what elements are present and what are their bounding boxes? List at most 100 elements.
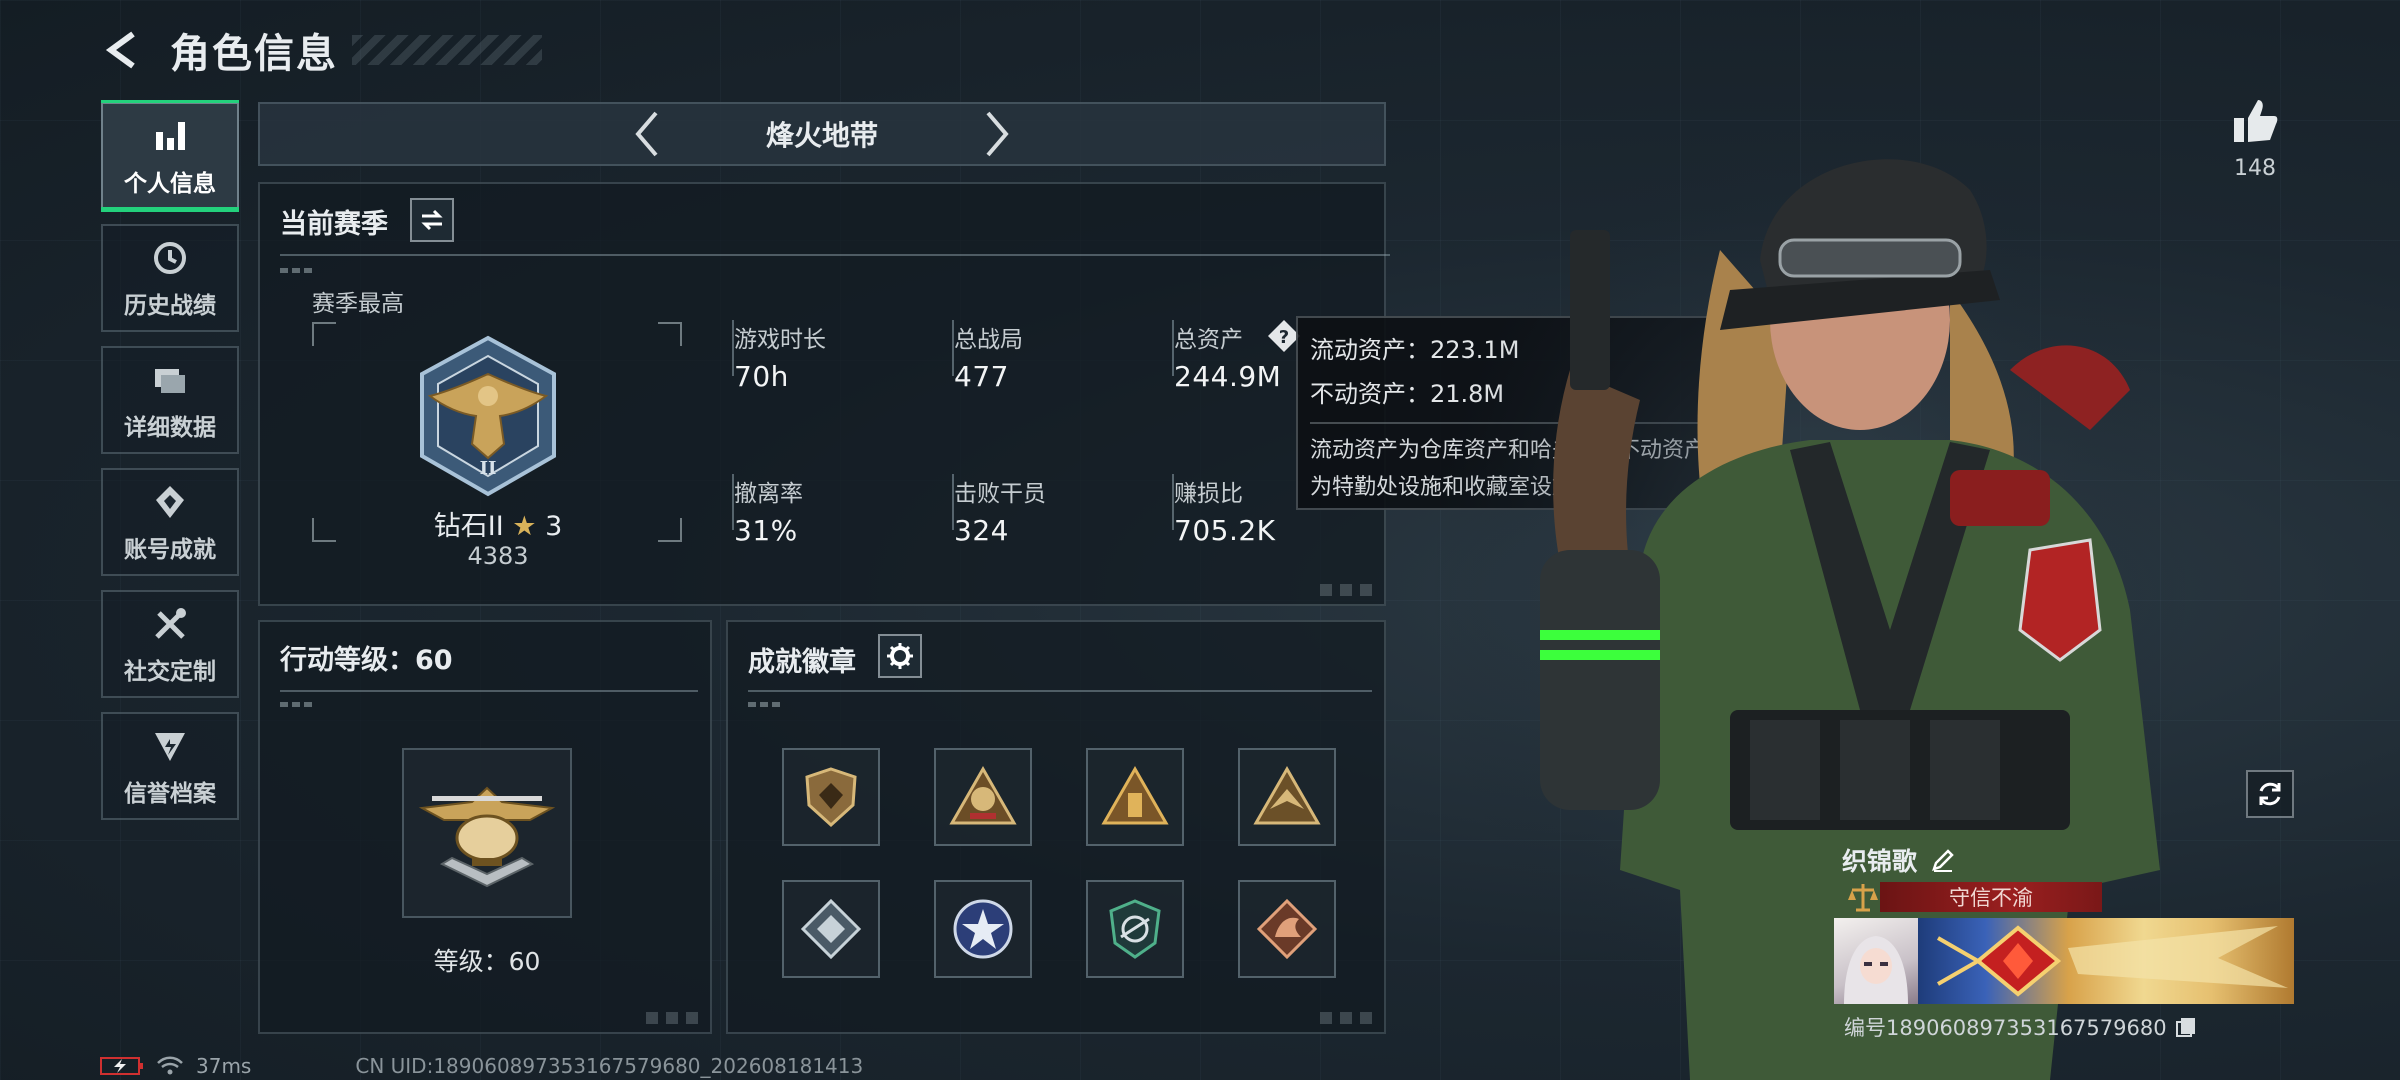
badges-title: 成就徽章 <box>748 647 856 678</box>
gear-icon <box>887 643 913 669</box>
achievement-icon <box>148 480 192 524</box>
swap-arrows-icon <box>421 209 443 231</box>
sidebar-item-social-custom[interactable]: 社交定制 <box>101 590 239 698</box>
stat-value-playtime: 70h <box>734 360 789 393</box>
history-clock-icon <box>148 236 192 280</box>
scales-icon <box>1848 884 1878 912</box>
ping-value: 37ms <box>196 1054 252 1078</box>
player-banner[interactable] <box>1834 918 2294 1004</box>
dragon-badge-icon <box>1256 898 1318 960</box>
badge-slot-6[interactable] <box>934 880 1032 978</box>
helicopter-emblem-icon <box>418 786 556 888</box>
chevron-right-icon <box>986 111 1009 157</box>
chevron-left-icon <box>635 111 658 157</box>
sidebar-item-label: 账号成就 <box>124 537 216 563</box>
refresh-icon <box>2259 782 2281 806</box>
like-button[interactable]: 148 <box>2222 96 2288 181</box>
player-name: 织锦歌 <box>1842 847 1918 876</box>
header-decoration <box>352 35 542 65</box>
title-tag-emblem <box>1846 880 1880 914</box>
edit-name-button[interactable] <box>1931 848 1955 872</box>
season-title: 当前赛季 <box>280 209 388 240</box>
rank-score: 4383 <box>467 542 529 570</box>
badge-slot-2[interactable] <box>934 748 1032 846</box>
divider-marks <box>280 268 316 273</box>
copy-id-button[interactable] <box>2175 1016 2197 1038</box>
stat-value-extract-rate: 31% <box>734 514 798 547</box>
stat-value-total-matches: 477 <box>954 360 1009 393</box>
player-avatar <box>1834 918 1918 1004</box>
like-count: 148 <box>2234 156 2276 181</box>
copy-icon <box>2175 1018 2195 1037</box>
wifi-icon <box>157 1056 183 1075</box>
badge-slot-7[interactable] <box>1086 880 1184 978</box>
sidebar-item-history[interactable]: 历史战绩 <box>101 224 239 332</box>
wrench-screwdriver-icon <box>148 602 192 646</box>
badge-slot-1[interactable] <box>782 748 880 846</box>
season-switch-button[interactable] <box>410 198 454 242</box>
divider-marks <box>280 702 316 707</box>
sidebar-item-credit-record[interactable]: 信誉档案 <box>101 712 239 820</box>
uid-text: CN UID:1890608973531675796​80_2026081814… <box>355 1054 864 1078</box>
mode-prev-button[interactable] <box>622 109 672 159</box>
section-divider <box>280 254 1390 256</box>
sidebar-item-label: 个人信息 <box>124 171 216 197</box>
eagle-badge-icon <box>1253 765 1321 825</box>
mode-selector: 烽火地带 <box>258 102 1386 166</box>
level-emblem-frame <box>402 748 572 918</box>
level-panel: 行动等级：60 等级：60 <box>258 620 712 1034</box>
level-label: 等级：60 <box>433 947 541 976</box>
sidebar-item-label: 社交定制 <box>124 659 216 685</box>
sidebar-item-detailed-data[interactable]: 详细数据 <box>101 346 239 454</box>
mode-next-button[interactable] <box>972 109 1022 159</box>
badge-slot-3[interactable] <box>1086 748 1184 846</box>
back-button[interactable] <box>100 27 146 73</box>
rank-frame-corner <box>658 322 682 346</box>
banner-artwork <box>1918 918 2294 1004</box>
rank-stars: 3 <box>545 511 563 542</box>
rank-name: 钻石II <box>433 511 504 542</box>
panel-corner-marks <box>1320 584 1374 596</box>
divider-marks <box>748 702 784 707</box>
season-panel: 当前赛季 赛季最高 II 钻石II ★ 3 4383 游戏时长 70h 总战局 … <box>258 182 1390 606</box>
status-bar: 37ms CN UID:1890608973531675796​80_20260… <box>100 1054 863 1078</box>
battery-charging-icon <box>100 1057 143 1075</box>
player-id-row: 编号1890608973531675796​80 <box>1844 1012 2197 1042</box>
player-id: 编号1890608973531675796​80 <box>1844 1016 2167 1040</box>
panel-corner-marks <box>646 1012 700 1024</box>
sidebar-item-label: 历史战绩 <box>124 293 216 319</box>
sidebar: 个人信息 历史战绩 详细数据 账号成就 社交定制 信誉档案 <box>101 100 239 834</box>
rank-frame-corner <box>312 322 336 346</box>
stat-label-playtime: 游戏时长 <box>734 327 826 353</box>
sidebar-item-achievements[interactable]: 账号成就 <box>101 468 239 576</box>
svg-text:II: II <box>480 458 497 479</box>
pencil-icon <box>1932 849 1954 872</box>
section-divider <box>748 690 1372 692</box>
back-arrow-icon <box>105 31 135 69</box>
stat-label-extract-rate: 撤离率 <box>734 481 803 507</box>
stat-value-total-assets: 244.9M <box>1174 360 1282 393</box>
page-header: 角色信息 <box>100 22 542 78</box>
sidebar-item-label: 信誉档案 <box>124 781 216 807</box>
shield-badge-icon <box>805 767 857 828</box>
stat-label-total-matches: 总战局 <box>954 327 1023 353</box>
sidebar-item-personal-info[interactable]: 个人信息 <box>101 100 239 212</box>
star-icon: ★ <box>512 511 537 542</box>
stat-value-operators-defeated: 324 <box>954 514 1009 547</box>
refresh-button[interactable] <box>2246 770 2294 818</box>
season-best-label: 赛季最高 <box>312 291 404 317</box>
bar-chart-icon <box>148 114 192 158</box>
player-name-row: 织锦歌 <box>1842 842 1955 878</box>
diamond-badge-icon <box>800 898 862 960</box>
svg-text:?: ? <box>1279 327 1289 348</box>
player-title-tag: 守信不渝 <box>1880 882 2102 912</box>
rank-name-row: 钻石II ★ 3 <box>312 504 684 543</box>
badge-slot-8[interactable] <box>1238 880 1336 978</box>
badge-slot-4[interactable] <box>1238 748 1336 846</box>
folders-icon <box>148 358 192 402</box>
thumbs-up-icon <box>2234 100 2278 142</box>
badges-settings-button[interactable] <box>878 634 922 678</box>
stat-value-profit-ratio: 705.2K <box>1174 514 1276 547</box>
badge-slot-5[interactable] <box>782 880 880 978</box>
pyramid-badge-icon <box>1101 765 1169 825</box>
